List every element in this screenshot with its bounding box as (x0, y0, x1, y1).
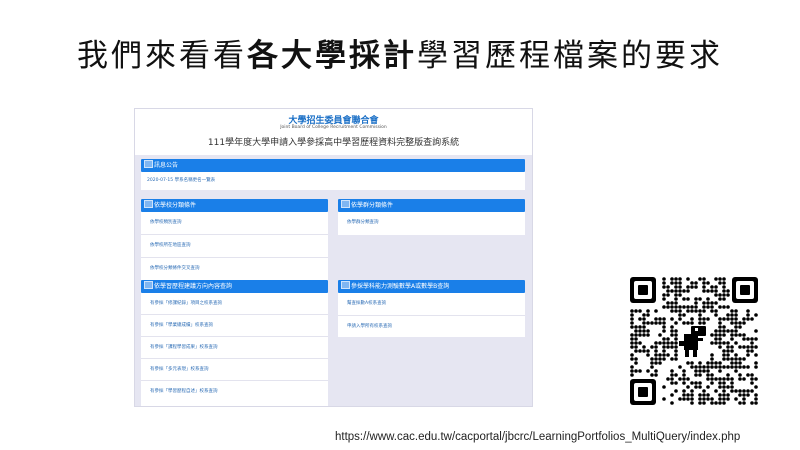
portfolio-panel: 依學習歷程建議方向內容查詢 有參採「修課紀錄」項目之校系查詢 有參採「學業總成績… (141, 280, 328, 406)
school-link-type[interactable]: 依學校類別查詢 (141, 212, 328, 235)
group-panel-header: 依學群分類條件 (338, 199, 525, 212)
panel-header-icon (144, 281, 153, 289)
title-part-2: 學習歷程檔案的要求 (417, 38, 723, 74)
qr-finder-bottom-left (630, 379, 656, 405)
portfolio-link-statement[interactable]: 有參採「學習歷程自述」校系查詢 (141, 381, 328, 402)
news-panel-header: 訊息公告 (141, 159, 525, 172)
group-link[interactable]: 依學群分類查詢 (338, 212, 525, 234)
math-panel: 參採學科能力測驗數學A或數學B查詢 幫查採數A校系查詢 申請入學所有校系查詢 (338, 280, 525, 337)
title-emphasis: 各大學採計 (247, 38, 417, 74)
slide-title: 我們來看看各大學採計學習歷程檔案的要求 (0, 30, 800, 75)
group-panel: 依學群分類條件 依學群分類查詢 (338, 199, 525, 235)
dinosaur-icon (679, 326, 706, 357)
panel-header-icon (341, 200, 350, 208)
panel-header-icon (144, 200, 153, 208)
qr-finder-top-right (732, 277, 758, 303)
school-panel-header: 依學校分類條件 (141, 199, 328, 212)
school-panel: 依學校分類條件 依學校類別查詢 依學校所在地區查詢 依學校分類條件交叉查詢 (141, 199, 328, 280)
portfolio-link-results[interactable]: 有參採「課程學習成果」校系查詢 (141, 337, 328, 359)
portfolio-link-course[interactable]: 有參採「修課紀錄」項目之校系查詢 (141, 293, 328, 315)
website-screenshot: 大學招生委員會聯合會 Joint Board of College Recrui… (134, 108, 533, 407)
portfolio-panel-header: 依學習歷程建議方向內容查詢 (141, 280, 328, 293)
panel-header-icon (144, 160, 153, 168)
portfolio-link-grades[interactable]: 有參採「學業總成績」校系查詢 (141, 315, 328, 337)
math-link-all[interactable]: 申請入學所有校系查詢 (338, 316, 525, 338)
math-panel-header: 參採學科能力測驗數學A或數學B查詢 (338, 280, 525, 293)
source-url[interactable]: https://www.cac.edu.tw/cacportal/jbcrc/L… (335, 431, 740, 443)
title-part-1: 我們來看看 (77, 38, 247, 74)
news-panel: 訊息公告 2020-07-15 學系名稱更名一覽表 (141, 159, 525, 190)
system-title: 111學年度大學申請入學參採高中學習歷程資料完整版查詢系統 (207, 138, 460, 148)
qr-code[interactable] (628, 275, 760, 407)
panel-header-icon (341, 281, 350, 289)
news-item[interactable]: 2020-07-15 學系名稱更名一覽表 (141, 172, 525, 189)
dinosaur-eye (695, 328, 698, 331)
school-link-region[interactable]: 依學校所在地區查詢 (141, 235, 328, 258)
site-header: 大學招生委員會聯合會 Joint Board of College Recrui… (135, 109, 532, 155)
portfolio-link-diverse[interactable]: 有參採「多元表現」校系查詢 (141, 359, 328, 381)
school-link-cross[interactable]: 依學校分類條件交叉查詢 (141, 258, 328, 280)
qr-finder-top-left (630, 277, 656, 303)
org-name-en: Joint Board of College Recruitment Commi… (280, 125, 387, 130)
math-link-a[interactable]: 幫查採數A校系查詢 (338, 293, 525, 316)
